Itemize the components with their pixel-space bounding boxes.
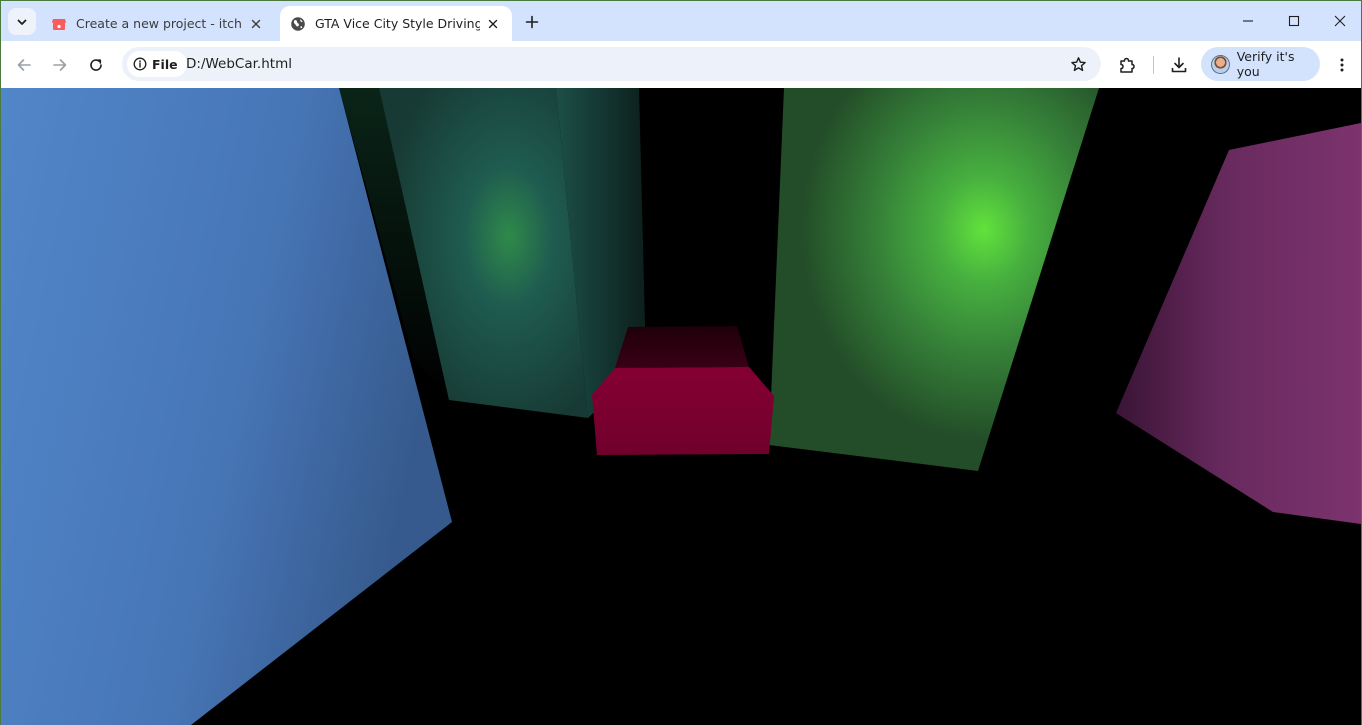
- back-button[interactable]: [10, 51, 38, 79]
- minimize-button[interactable]: [1225, 1, 1271, 41]
- forward-button[interactable]: [46, 51, 74, 79]
- bookmark-button[interactable]: [1067, 53, 1089, 75]
- download-icon: [1171, 57, 1187, 73]
- extensions-button[interactable]: [1113, 51, 1141, 79]
- address-bar[interactable]: File D:/WebCar.html: [122, 47, 1101, 81]
- scheme-label: File: [152, 56, 178, 72]
- scene-render: [1, 88, 1361, 725]
- more-vert-icon: [1340, 58, 1344, 72]
- car-body: [592, 367, 774, 455]
- downloads-button[interactable]: [1165, 51, 1193, 79]
- browser-window: Create a new project - itch.io GTA Vice …: [0, 0, 1362, 725]
- green-building: [769, 88, 1099, 471]
- arrow-left-icon: [17, 59, 31, 71]
- tab-strip: Create a new project - itch.io GTA Vice …: [1, 1, 1361, 41]
- profile-label: Verify it's you: [1236, 49, 1295, 79]
- tab-title: Create a new project - itch.io: [76, 16, 243, 31]
- url-text[interactable]: D:/WebCar.html: [186, 47, 292, 81]
- tab-title: GTA Vice City Style Driving Dem: [315, 16, 480, 31]
- itchio-icon: [52, 18, 66, 30]
- tab-itchio[interactable]: Create a new project - itch.io: [41, 6, 275, 41]
- close-icon: [251, 19, 261, 28]
- puzzle-icon: [1120, 57, 1135, 73]
- site-info-chip[interactable]: File: [127, 51, 187, 77]
- menu-button[interactable]: [1328, 51, 1356, 79]
- star-icon: [1070, 56, 1086, 71]
- profile-button[interactable]: Verify it's you: [1201, 47, 1320, 81]
- browser-toolbar: File D:/WebCar.html Verify it's you: [1, 41, 1361, 88]
- new-tab-button[interactable]: [520, 10, 544, 34]
- info-icon: [133, 57, 147, 71]
- reload-button[interactable]: [82, 51, 110, 79]
- globe-icon: [291, 16, 305, 31]
- tab-gta-demo[interactable]: GTA Vice City Style Driving Dem: [280, 6, 512, 41]
- reload-icon: [90, 59, 102, 71]
- tab-close-button[interactable]: [247, 15, 265, 33]
- maximize-icon: [1288, 15, 1300, 27]
- arrow-right-icon: [53, 59, 67, 71]
- car-roof: [615, 326, 749, 368]
- toolbar-separator: [1153, 56, 1154, 74]
- plus-icon: [525, 15, 539, 29]
- close-icon: [1334, 15, 1346, 27]
- chevron-down-icon: [17, 19, 27, 25]
- maximize-button[interactable]: [1271, 1, 1317, 41]
- magenta-building: [1116, 123, 1361, 524]
- close-icon: [488, 19, 498, 28]
- avatar: [1211, 54, 1230, 74]
- tab-close-button[interactable]: [484, 15, 502, 33]
- game-canvas[interactable]: [1, 88, 1361, 725]
- minimize-icon: [1243, 20, 1253, 22]
- tab-search-button[interactable]: [8, 8, 36, 35]
- close-window-button[interactable]: [1317, 1, 1362, 41]
